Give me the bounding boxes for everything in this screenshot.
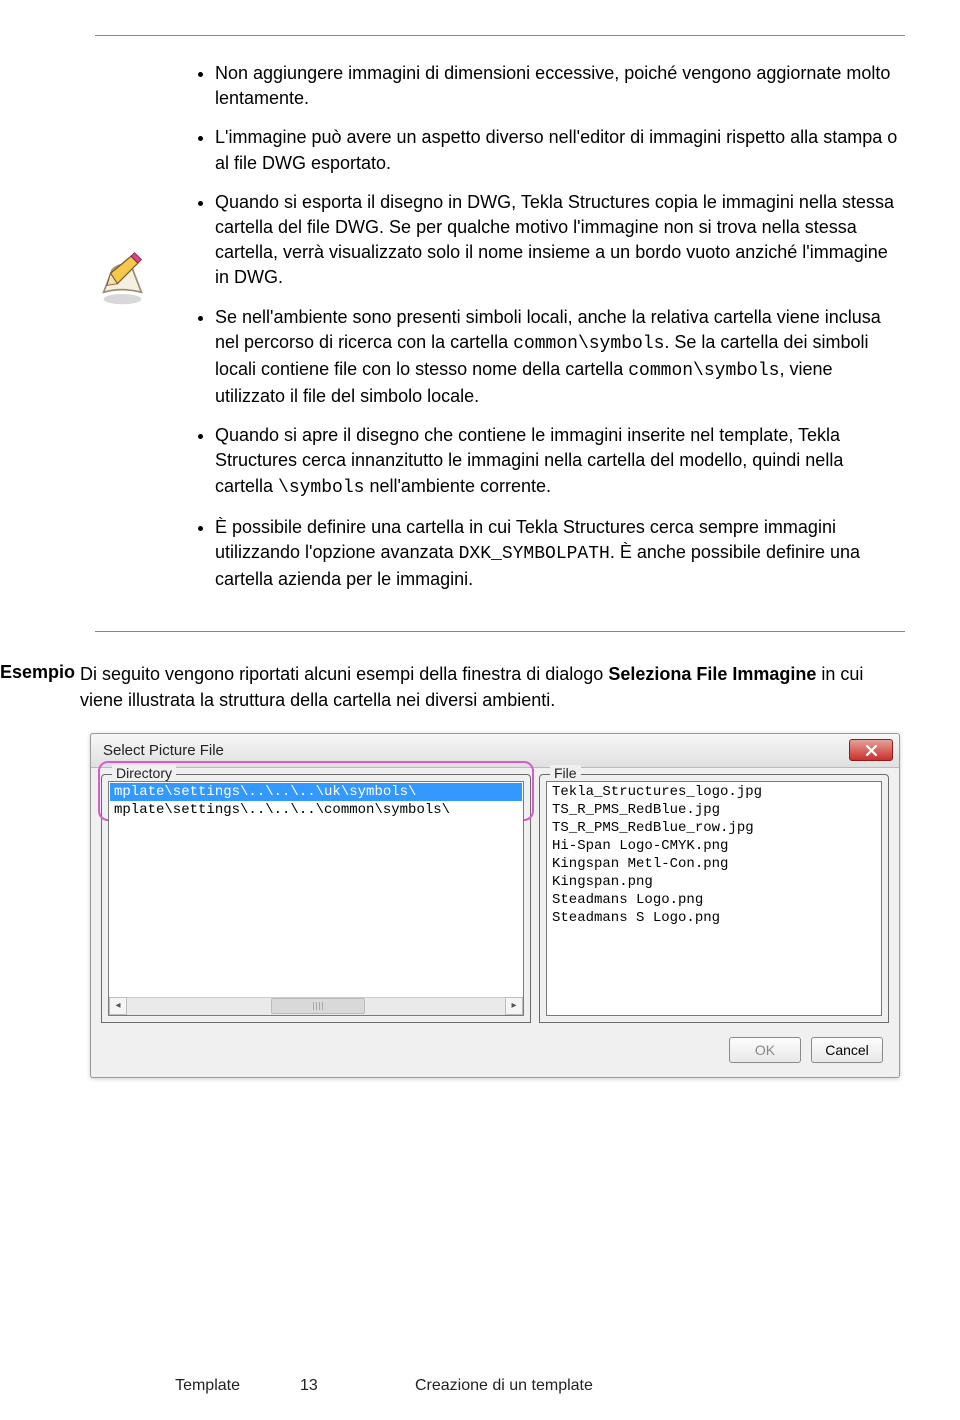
- note-pencil-icon: [95, 251, 150, 306]
- top-divider: [95, 35, 905, 36]
- bottom-divider: [95, 631, 905, 632]
- dialog-button-row: OK Cancel: [91, 1027, 899, 1077]
- scroll-track[interactable]: [127, 997, 505, 1015]
- footer-right: Creazione di un template: [360, 1377, 960, 1395]
- example-bold: Seleziona File Immagine: [608, 664, 816, 684]
- dialog-titlebar[interactable]: Select Picture File: [91, 734, 899, 768]
- bullet-item: Quando si esporta il disegno in DWG, Tek…: [215, 190, 905, 291]
- file-panel: File Tekla_Structures_logo.jpg TS_R_PMS_…: [539, 774, 889, 1023]
- footer-left: Template: [0, 1377, 250, 1395]
- file-listbox[interactable]: Tekla_Structures_logo.jpg TS_R_PMS_RedBl…: [546, 781, 882, 1016]
- file-label: File: [550, 765, 581, 781]
- bullet-text: nell'ambiente corrente.: [364, 476, 551, 496]
- directory-panel: Directory mplate\settings\..\..\..\uk\sy…: [101, 774, 531, 1023]
- example-text-part: Di seguito vengono riportati alcuni esem…: [80, 664, 608, 684]
- example-text: Di seguito vengono riportati alcuni esem…: [80, 662, 905, 712]
- list-item[interactable]: TS_R_PMS_RedBlue_row.jpg: [548, 819, 880, 837]
- list-item[interactable]: Kingspan Metl-Con.png: [548, 855, 880, 873]
- scroll-thumb[interactable]: [271, 998, 366, 1014]
- example-section: Esempio Di seguito vengono riportati alc…: [0, 662, 905, 712]
- bullet-item: È possibile definire una cartella in cui…: [215, 515, 905, 593]
- page-footer: Template 13 Creazione di un template: [0, 1377, 960, 1395]
- directory-listbox[interactable]: mplate\settings\..\..\..\uk\symbols\ mpl…: [108, 781, 524, 1016]
- list-item[interactable]: Steadmans Logo.png: [548, 891, 880, 909]
- dialog-title: Select Picture File: [103, 742, 224, 759]
- bullet-item: Non aggiungere immagini di dimensioni ec…: [215, 61, 905, 111]
- code-snippet: common\symbols: [513, 334, 664, 354]
- list-item[interactable]: Hi-Span Logo-CMYK.png: [548, 837, 880, 855]
- close-button[interactable]: [849, 739, 893, 761]
- ok-button[interactable]: OK: [729, 1037, 801, 1063]
- dialog-body: Directory mplate\settings\..\..\..\uk\sy…: [91, 768, 899, 1027]
- horizontal-scrollbar[interactable]: ◂ ▸: [109, 997, 523, 1015]
- bullet-item: Se nell'ambiente sono presenti simboli l…: [215, 305, 905, 410]
- scroll-left-arrow-icon[interactable]: ◂: [109, 997, 127, 1015]
- example-label: Esempio: [0, 662, 80, 683]
- note-bullet-list: Non aggiungere immagini di dimensioni ec…: [175, 61, 905, 606]
- list-item[interactable]: TS_R_PMS_RedBlue.jpg: [548, 801, 880, 819]
- list-item[interactable]: Kingspan.png: [548, 873, 880, 891]
- list-item[interactable]: mplate\settings\..\..\..\common\symbols\: [110, 801, 522, 819]
- scroll-right-arrow-icon[interactable]: ▸: [505, 997, 523, 1015]
- bullet-item: L'immagine può avere un aspetto diverso …: [215, 125, 905, 175]
- close-icon: [866, 745, 877, 756]
- list-item[interactable]: Steadmans S Logo.png: [548, 909, 880, 927]
- code-snippet: DXK_SYMBOLPATH: [459, 544, 610, 564]
- note-icon-column: [95, 61, 175, 311]
- bullet-item: Quando si apre il disegno che contiene l…: [215, 423, 905, 501]
- select-picture-file-dialog: Select Picture File Directory mplate\set…: [90, 733, 900, 1078]
- list-item[interactable]: Tekla_Structures_logo.jpg: [548, 783, 880, 801]
- footer-page-number: 13: [250, 1377, 360, 1395]
- list-item[interactable]: mplate\settings\..\..\..\uk\symbols\: [110, 783, 522, 801]
- directory-label: Directory: [112, 765, 176, 781]
- code-snippet: common\symbols: [628, 361, 779, 381]
- code-snippet: \symbols: [278, 478, 364, 498]
- note-box: Non aggiungere immagini di dimensioni ec…: [95, 61, 905, 606]
- cancel-button[interactable]: Cancel: [811, 1037, 883, 1063]
